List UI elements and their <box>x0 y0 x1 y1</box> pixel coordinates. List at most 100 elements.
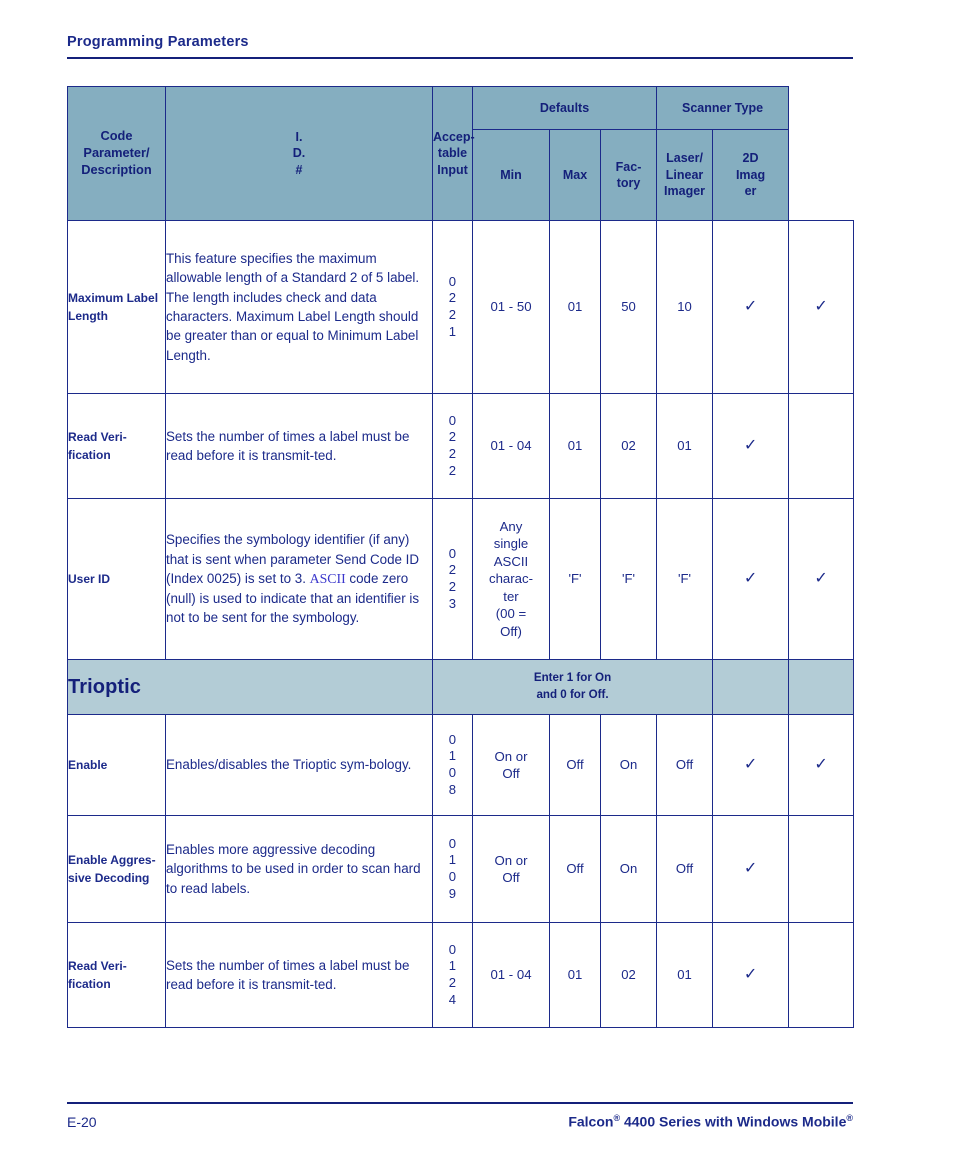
table-row: Enable Enables/disables the Trioptic sym… <box>67 714 855 816</box>
default-min-value: 'F' <box>549 498 601 660</box>
column-header-max: Max <box>549 129 601 221</box>
checkmark-icon: ✓ <box>743 858 758 878</box>
parameter-description: This feature specifies the maximum allow… <box>165 220 433 394</box>
id-digit: 2 <box>448 562 457 578</box>
default-factory-value: 01 <box>656 922 714 1028</box>
header-divider <box>67 57 853 59</box>
default-factory-value: 01 <box>656 393 714 499</box>
parameters-table-container: Code Parameter/ Description I. D. # Acce… <box>67 86 855 1028</box>
id-digit: 2 <box>448 429 457 445</box>
default-max-value: 02 <box>599 922 658 1028</box>
id-digit: 0 <box>448 835 457 851</box>
2d-imager-support <box>788 393 855 499</box>
id-digit: 4 <box>448 991 457 1007</box>
parameter-id: 0 2 2 3 <box>432 498 473 660</box>
acceptable-line: Off <box>502 870 520 885</box>
page-title: Programming Parameters <box>67 34 249 50</box>
acceptable-line: ASCII <box>493 553 529 569</box>
acceptable-header-line-3: Input <box>437 162 468 177</box>
laser-header-line-3: Imager <box>664 184 706 199</box>
parameter-name: Read Veri-fication <box>67 393 166 499</box>
parameter-id: 0 2 2 1 <box>432 220 473 394</box>
id-digit: 2 <box>448 290 457 306</box>
table-row: User ID Specifies the symbology identifi… <box>67 498 855 660</box>
footer-document-title: Falcon® 4400 Series with Windows Mobile® <box>568 1113 853 1130</box>
factory-header-line-2: tory <box>616 176 641 190</box>
column-group-header-defaults: Defaults <box>471 86 658 130</box>
column-header-id-number: I. D. # <box>165 86 433 221</box>
page-footer: E-20 Falcon ® 4400 Series with Windows Mo… <box>67 1102 853 1130</box>
table-row: Read Veri-fication Sets the number of ti… <box>67 393 855 499</box>
document-page: Programming Parameters Code Parameter/ D… <box>0 0 954 1159</box>
column-header-code-parameter: Code Parameter/ Description <box>67 86 166 221</box>
default-max-value: 50 <box>599 220 658 394</box>
default-max-value: 02 <box>599 393 658 499</box>
laser-header-line-1: Laser/ <box>666 151 703 166</box>
table-header-row-top: Code Parameter/ Description I. D. # Acce… <box>67 86 854 221</box>
id-digit: 1 <box>448 958 457 974</box>
acceptable-input-value: On or Off <box>472 815 550 923</box>
checkmark-icon: ✓ <box>743 296 758 316</box>
id-digit: 2 <box>448 975 457 990</box>
id-digit: 0 <box>448 412 457 428</box>
parameter-id: 0 1 0 8 <box>432 714 473 816</box>
section-note: Enter 1 for On and 0 for Off. <box>431 659 714 715</box>
parameter-name: Enable Aggres-sive Decoding <box>67 815 166 923</box>
parameter-id: 0 1 2 4 <box>432 922 473 1028</box>
default-max-value: 'F' <box>599 498 658 660</box>
parameter-description: Sets the number of times a label must be… <box>165 393 433 499</box>
factory-header-line-1: Fac- <box>615 159 642 174</box>
footer-title-part-2: 4400 Series with Windows Mobile <box>620 1113 847 1130</box>
page-header: Programming Parameters <box>67 34 853 59</box>
checkmark-icon: ✓ <box>814 568 828 588</box>
column-header-acceptable-input: Accep- table Input <box>432 86 475 221</box>
imager-header-line-3: er <box>744 184 757 199</box>
acceptable-line: single <box>493 536 529 552</box>
acceptable-line: Off) <box>500 623 522 639</box>
column-header-laser-linear-imager: Laser/ Linear Imager <box>656 129 714 221</box>
footer-title-part-1: Falcon <box>568 1113 614 1130</box>
parameter-id: 0 1 0 9 <box>432 815 473 923</box>
footer-page-number: E-20 <box>67 1113 97 1130</box>
section-note-line-2: and 0 for Off. <box>536 688 609 701</box>
section-note-line-1: Enter 1 for On <box>533 671 612 685</box>
section-blank-2d <box>788 659 855 715</box>
id-digit: 2 <box>448 307 457 322</box>
id-digit: 0 <box>448 941 457 957</box>
laser-linear-imager-support: ✓ <box>712 393 790 499</box>
parameter-id: 0 2 2 2 <box>432 393 473 499</box>
acceptable-header-line-1: Accep- <box>433 129 475 144</box>
acceptable-line: Off <box>502 766 520 781</box>
parameter-description: Enables more aggressive decoding algorit… <box>165 815 433 923</box>
section-blank-laser <box>712 659 790 715</box>
laser-linear-imager-support: ✓ <box>712 498 790 660</box>
id-digit: 0 <box>448 869 457 884</box>
laser-linear-imager-support: ✓ <box>712 714 790 816</box>
default-min-value: 01 <box>549 220 601 394</box>
default-min-value: Off <box>549 714 601 816</box>
laser-linear-imager-support: ✓ <box>712 922 790 1028</box>
table-row: Maximum Label Length This feature specif… <box>67 220 855 394</box>
default-min-value: Off <box>549 815 601 923</box>
id-digit: 3 <box>448 595 457 611</box>
table-row: Read Veri-fication Sets the number of ti… <box>67 922 855 1028</box>
imager-header-line-2: Imag <box>735 167 766 182</box>
2d-imager-support <box>788 815 855 923</box>
2d-imager-support: ✓ <box>788 498 855 660</box>
default-factory-value: Off <box>656 815 714 923</box>
id-header-line-1: I. <box>295 129 303 144</box>
footer-divider <box>67 1102 853 1104</box>
acceptable-line: On or <box>494 852 528 868</box>
parameter-description: Enables/disables the Trioptic sym-bology… <box>165 714 433 816</box>
checkmark-icon: ✓ <box>743 568 758 588</box>
ascii-link[interactable]: ASCII <box>310 571 346 586</box>
id-digit: 0 <box>448 545 457 561</box>
id-header-line-2: D. <box>292 146 306 161</box>
acceptable-line: Any <box>499 519 523 535</box>
id-digit: 8 <box>448 781 457 797</box>
acceptable-input-value: 01 - 04 <box>472 393 550 499</box>
id-digit: 1 <box>448 852 457 868</box>
acceptable-header-line-2: table <box>437 146 468 161</box>
laser-linear-imager-support: ✓ <box>712 815 790 923</box>
default-factory-value: Off <box>656 714 714 816</box>
